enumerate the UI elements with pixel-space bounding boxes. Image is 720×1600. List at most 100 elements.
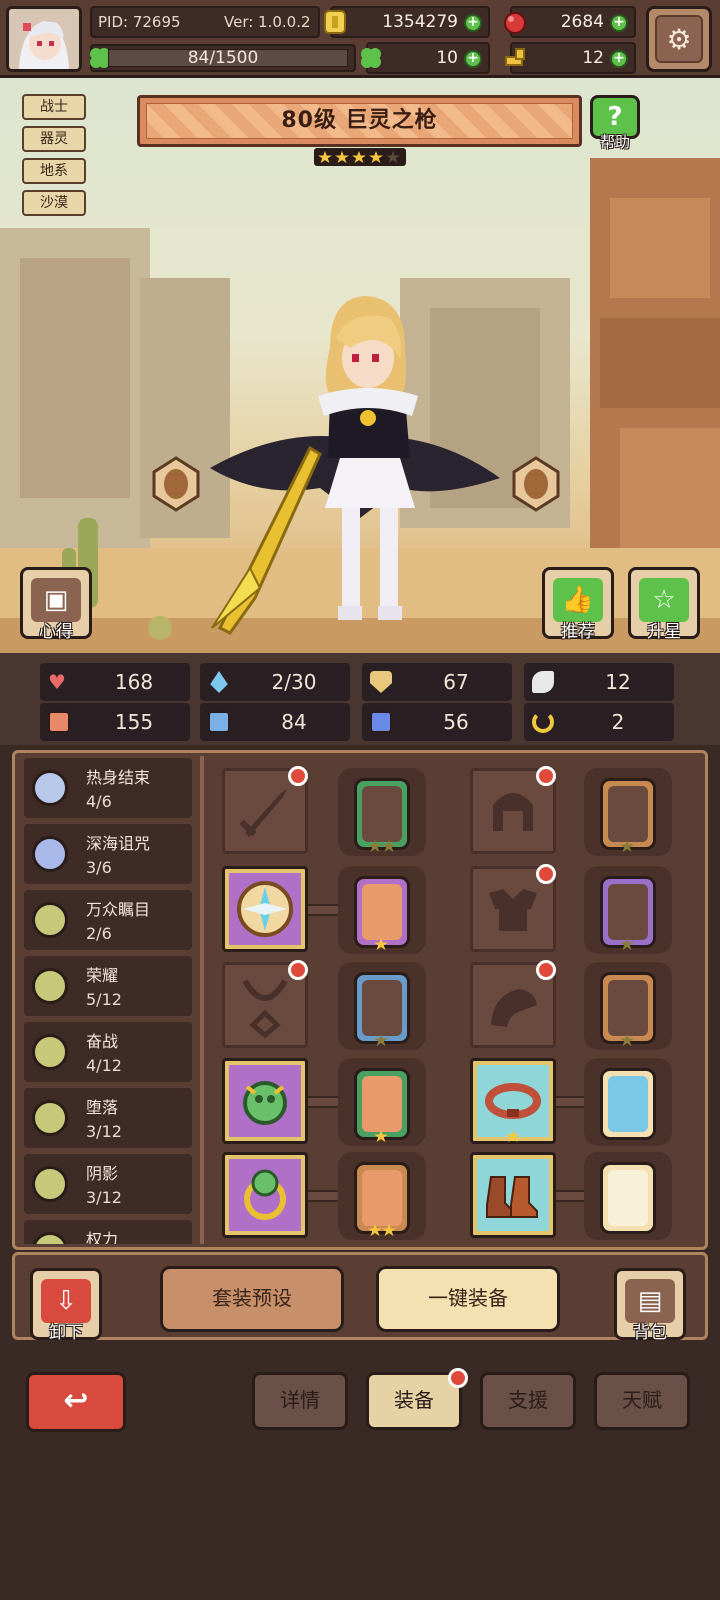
set-icon (32, 1034, 68, 1070)
amulet-slot[interactable] (222, 866, 308, 952)
boots-slot[interactable] (470, 1152, 556, 1238)
stat-hp: ♥ 168 (40, 663, 190, 701)
add-clover-button[interactable]: + (464, 50, 482, 68)
set-name: 阴影 (86, 1164, 119, 1183)
set-count: 3/12 (86, 1122, 122, 1141)
card-face (362, 786, 402, 842)
action-bar (12, 1252, 708, 1340)
card-face (362, 980, 402, 1036)
gem-counter: 2684 + (504, 6, 636, 38)
boots-card[interactable] (600, 1162, 656, 1234)
stat-value: 168 (114, 670, 154, 694)
ring-slot[interactable] (222, 1058, 308, 1144)
stat-mana: 2/30 (200, 663, 350, 701)
bracelet-icon (244, 1169, 286, 1220)
bracelet-card[interactable] (354, 1162, 410, 1234)
notification-dot (288, 960, 308, 980)
water-drop-icon (210, 671, 228, 693)
weapon-card[interactable] (354, 778, 410, 850)
stats-panel: ♥ 168 2/30 67 12 155 84 56 2 (0, 653, 720, 745)
exp-value: 84/1500 (187, 48, 259, 68)
gear-icon: ⚙ (655, 15, 703, 63)
set-item[interactable]: 万众瞩目 2/6 (24, 890, 192, 950)
belt-card[interactable] (600, 1068, 656, 1140)
set-item[interactable]: 奋战 4/12 (24, 1022, 192, 1082)
empty-star-icon (386, 151, 400, 163)
compass-amulet-icon (237, 881, 293, 937)
tag-type: 器灵 (22, 126, 86, 152)
set-item[interactable]: 荣耀 5/12 (24, 956, 192, 1016)
slot-link (308, 904, 342, 916)
add-key-button[interactable]: + (610, 50, 628, 68)
tab-support[interactable]: 支援 (480, 1372, 576, 1430)
recommend-button[interactable]: 👍 推荐 (542, 567, 614, 642)
add-gold-button[interactable]: + (464, 14, 482, 32)
card-face (608, 1076, 648, 1132)
set-count: 4/12 (86, 1056, 122, 1075)
set-preset-button[interactable]: 套装预设 (160, 1266, 344, 1332)
card-face (608, 786, 648, 842)
back-button[interactable]: ↩ (26, 1372, 126, 1432)
set-count: 4/6 (86, 792, 112, 811)
ring-card[interactable] (354, 1068, 410, 1140)
set-item[interactable]: 深海诅咒 3/6 (24, 824, 192, 884)
set-name: 热身结束 (86, 768, 151, 787)
set-name: 权力 (86, 1230, 119, 1244)
set-count: 2/6 (86, 924, 112, 943)
set-item[interactable]: 阴影 3/12 (24, 1154, 192, 1214)
unequip-button[interactable]: ⇩ 卸下 (30, 1268, 102, 1343)
set-item[interactable]: 热身结束 4/6 (24, 758, 192, 818)
star-up-icon: ☆ (639, 578, 689, 622)
notes-button[interactable]: ▣ 心得 (20, 567, 92, 642)
help-button[interactable]: ? 帮助 (586, 93, 644, 153)
add-gem-button[interactable]: + (610, 14, 628, 32)
notification-dot (536, 766, 556, 786)
red-gem-icon (504, 12, 526, 34)
panel-divider (200, 756, 204, 1244)
top-bar: PID: 72695 Ver: 1.0.0.2 84/1500 1354279 … (0, 0, 720, 78)
card-face (362, 884, 402, 940)
thumbs-up-icon: 👍 (553, 578, 603, 622)
fist-icon (48, 711, 70, 733)
set-icon (32, 1166, 68, 1202)
set-name: 万众瞩目 (86, 900, 151, 919)
amulet-card[interactable] (354, 876, 410, 948)
necklace-card[interactable] (354, 972, 410, 1044)
set-item[interactable]: 权力 (24, 1220, 192, 1244)
set-count: 3/6 (86, 858, 112, 877)
bag-button[interactable]: ▤ 背包 (614, 1268, 686, 1343)
tab-details[interactable]: 详情 (252, 1372, 348, 1430)
settings-button[interactable]: ⚙ (646, 6, 712, 72)
exp-bar: 84/1500 (90, 44, 356, 72)
set-item[interactable]: 堕落 3/12 (24, 1088, 192, 1148)
star-icon (318, 151, 332, 163)
set-icon (32, 902, 68, 938)
one-click-equip-button[interactable]: 一键装备 (376, 1266, 560, 1332)
helmet-card[interactable] (600, 778, 656, 850)
upstar-button[interactable]: ☆ 升星 (628, 567, 700, 642)
notes-icon: ▣ (31, 578, 81, 622)
set-bonus-list[interactable]: 热身结束 4/6 深海诅咒 3/6 万众瞩目 2/6 荣耀 5/12 奋战 4/12 堕落… (20, 756, 192, 1244)
bracelet-slot[interactable] (222, 1152, 308, 1238)
tab-talent[interactable]: 天赋 (594, 1372, 690, 1430)
upstar-label: 升星 (647, 622, 681, 642)
shoulder-card[interactable] (600, 972, 656, 1044)
left-egg-icon (152, 456, 200, 512)
slot-link (308, 1096, 342, 1108)
bag-label: 背包 (633, 1323, 667, 1343)
armor-card[interactable] (600, 876, 656, 948)
hero-character-sprite (210, 296, 500, 635)
set-icon (32, 1100, 68, 1136)
stat-value: 155 (114, 710, 154, 734)
card-face (608, 884, 648, 940)
backpack-icon: ▤ (625, 1279, 675, 1323)
set-icon (32, 836, 68, 872)
player-avatar[interactable] (6, 6, 82, 72)
boot-icon (370, 711, 392, 733)
set-icon (32, 770, 68, 806)
key-icon (505, 48, 525, 66)
tag-class: 战士 (22, 94, 86, 120)
stat-dodge: 12 (524, 663, 674, 701)
right-egg-icon (512, 456, 560, 512)
shield-icon (370, 671, 392, 693)
